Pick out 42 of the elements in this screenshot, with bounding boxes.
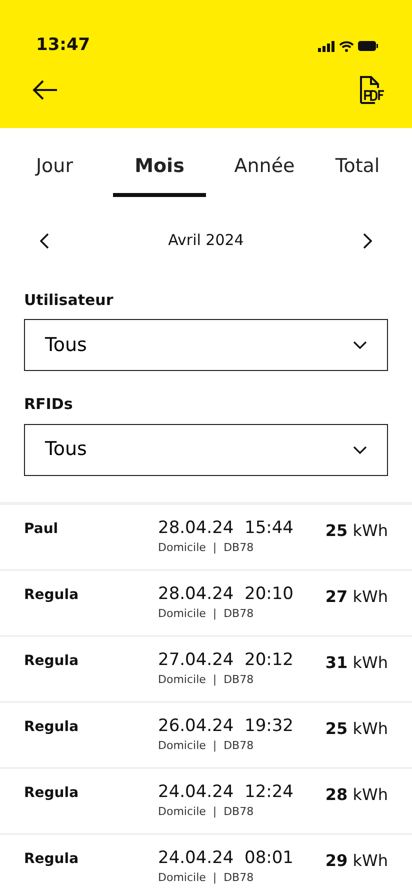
chevron-down-icon (353, 446, 367, 454)
select-field[interactable]: Tous (24, 424, 388, 476)
energy-amount: 28 kWh (325, 784, 388, 806)
session-location: Domicile | DB78 (158, 540, 255, 556)
user-name: Regula (24, 586, 80, 604)
user-name: Paul (24, 520, 60, 538)
session-datetime: 24.04.24 12:24 (158, 782, 294, 802)
session-datetime: 28.04.24 15:44 (158, 518, 294, 538)
user-name: Regula (24, 718, 80, 736)
signal-icon (318, 40, 335, 52)
session-location: Domicile | DB78 (158, 870, 255, 886)
session-datetime: 27.04.24 20:12 (158, 650, 294, 670)
energy-amount: 31 kWh (325, 652, 388, 674)
energy-amount: 29 kWh (325, 850, 388, 872)
status-time: 13:47 (36, 34, 90, 58)
next-month-button[interactable] (362, 232, 372, 248)
user-name: Regula (24, 850, 80, 868)
filter-label: RFIDs (24, 394, 74, 415)
user-name: Regula (24, 652, 80, 670)
tab[interactable]: Jour (8, 148, 101, 196)
session-datetime: 28.04.24 20:10 (158, 584, 294, 604)
session-location: Domicile | DB78 (158, 672, 255, 688)
user-name: Regula (24, 784, 80, 802)
session-datetime: 24.04.24 08:01 (158, 848, 294, 868)
tab[interactable]: Total (311, 148, 404, 196)
chevron-down-icon (353, 341, 367, 349)
energy-amount: 27 kWh (325, 586, 388, 608)
period-title: Avril 2024 (168, 230, 244, 252)
session-location: Domicile | DB78 (158, 606, 255, 622)
filter-label: Utilisateur (24, 290, 114, 310)
select-field[interactable]: Tous (24, 319, 388, 371)
back-button[interactable] (32, 80, 58, 100)
tab[interactable]: Mois (113, 148, 206, 196)
energy-amount: 25 kWh (325, 520, 388, 542)
wifi-icon (339, 40, 354, 52)
session-datetime: 26.04.24 19:32 (158, 716, 294, 736)
tab[interactable]: Année (218, 148, 311, 196)
session-location: Domicile | DB78 (158, 738, 255, 754)
energy-amount: 25 kWh (325, 718, 388, 740)
previous-month-button[interactable] (40, 232, 50, 248)
battery-icon (358, 41, 378, 51)
session-location: Domicile | DB78 (158, 804, 255, 820)
